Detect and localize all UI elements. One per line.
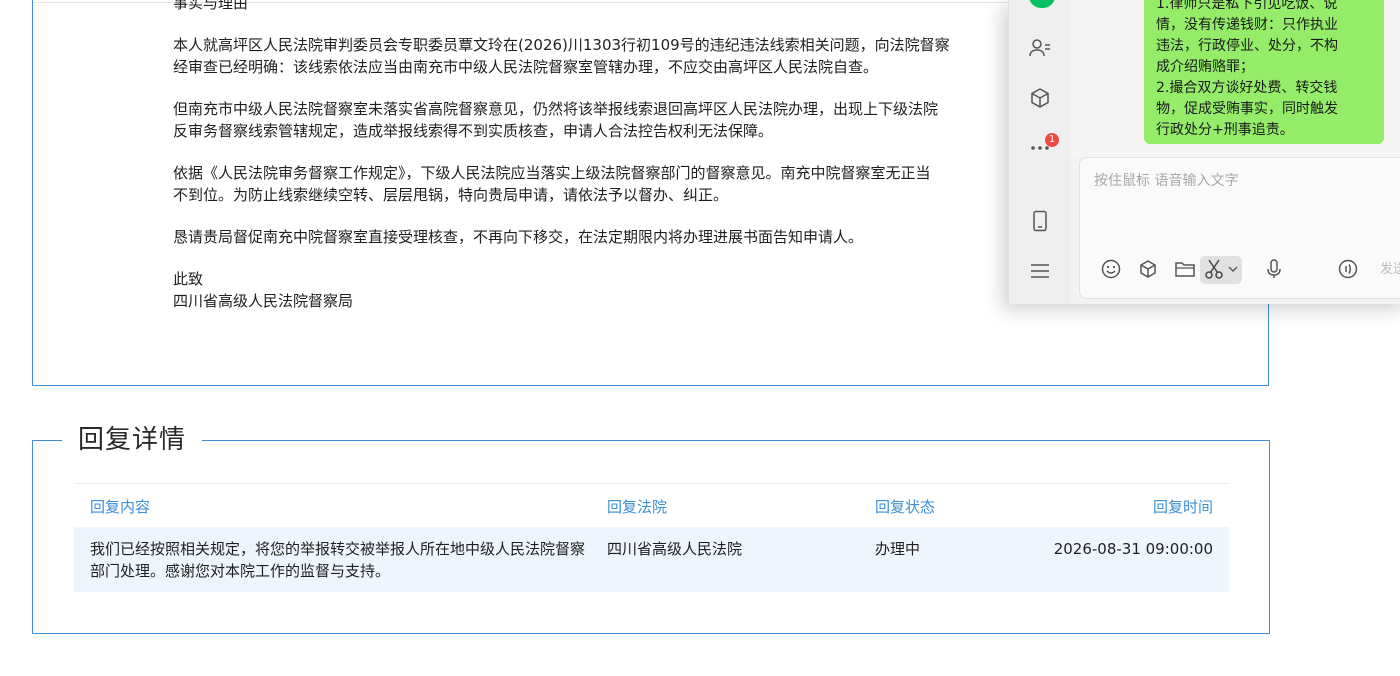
folder-icon[interactable]: [1174, 258, 1196, 280]
chat-message-area: 1.律师只是私下引见吃饭、说 情，没有传递钱财：只作执业 违法，行政停业、处分，…: [1071, 0, 1400, 156]
column-header-status: 回复状态: [875, 498, 936, 516]
chat-input-box[interactable]: 按住鼠标 语音输入文字 发送: [1079, 157, 1400, 299]
table-row: 我们已经按照相关规定，将您的举报转交被举报人所在地中级人民法院督察部门处理。感谢…: [74, 527, 1229, 592]
petition-letter: 事实与理由 本人就高坪区人民法院审判委员会专职委员覃文玲在(2026)川1303…: [173, 0, 1053, 312]
reply-title: 回复详情: [62, 420, 203, 460]
notification-badge: 1: [1045, 133, 1059, 147]
send-button[interactable]: 发送: [1380, 258, 1400, 277]
message-text: 1.律师只是私下引见吃饭、说 情，没有传递钱财：只作执业 违法，行政停业、处分，…: [1156, 0, 1338, 138]
emoji-icon[interactable]: [1100, 258, 1122, 280]
letter-paragraph-1: 本人就高坪区人民法院审判委员会专职委员覃文玲在(2026)川1303行初109号…: [173, 36, 950, 76]
reply-time-cell: 2026-08-31 09:00:00: [1053, 540, 1213, 558]
column-header-court: 回复法院: [607, 498, 668, 516]
voice-call-icon[interactable]: [1337, 258, 1359, 280]
letter-paragraph-4: 恳请贵局督促南充中院督察室直接受理核查，不再向下移交，在法定期限内将办理进展书面…: [173, 228, 864, 246]
message-bubble[interactable]: 1.律师只是私下引见吃饭、说 情，没有传递钱财：只作执业 违法，行政停业、处分，…: [1144, 0, 1384, 144]
chat-window[interactable]: 1 1.律师只是私下引见吃饭、说 情，没有传递钱财：只作执业 违法，行政停业、处…: [1008, 0, 1400, 304]
microphone-icon[interactable]: [1263, 258, 1285, 280]
phone-icon[interactable]: [1029, 210, 1051, 232]
menu-icon[interactable]: [1029, 260, 1051, 282]
letter-addressee: 四川省高级人民法院督察局: [173, 292, 354, 310]
chevron-down-icon[interactable]: [1227, 258, 1239, 280]
letter-heading: 事实与理由: [173, 0, 249, 12]
chat-sidebar: 1: [1009, 0, 1071, 304]
letter-paragraph-3: 依据《人民法院审务督察工作规定》，下级人民法院应当落实上级法院督察部门的督察意见…: [173, 164, 931, 204]
sticker-icon[interactable]: [1137, 258, 1159, 280]
column-header-time: 回复时间: [1152, 498, 1213, 516]
reply-status-cell: 办理中: [875, 540, 921, 558]
chat-input-placeholder: 按住鼠标 语音输入文字: [1094, 173, 1239, 189]
letter-closing: 此致: [173, 270, 204, 288]
column-header-content: 回复内容: [90, 498, 151, 516]
reply-table: 回复内容 回复法院 回复状态 回复时间 我们已经按照相关规定，将您的举报转交被举…: [74, 483, 1229, 592]
reply-content-cell: 我们已经按照相关规定，将您的举报转交被举报人所在地中级人民法院督察部门处理。感谢…: [90, 540, 586, 580]
wechat-icon[interactable]: [1029, 0, 1055, 8]
cube-icon[interactable]: [1029, 87, 1051, 109]
page: 事实与理由 本人就高坪区人民法院审判委员会专职委员覃文玲在(2026)川1303…: [0, 0, 1400, 676]
scissors-icon[interactable]: [1203, 258, 1225, 280]
reply-table-header: 回复内容 回复法院 回复状态 回复时间: [74, 484, 1229, 527]
letter-paragraph-2: 但南充市中级人民法院督察室未落实省高院督察意见，仍然将该举报线索退回高坪区人民法…: [173, 100, 939, 140]
contacts-icon[interactable]: [1029, 37, 1051, 59]
reply-court-cell: 四川省高级人民法院: [607, 540, 743, 558]
